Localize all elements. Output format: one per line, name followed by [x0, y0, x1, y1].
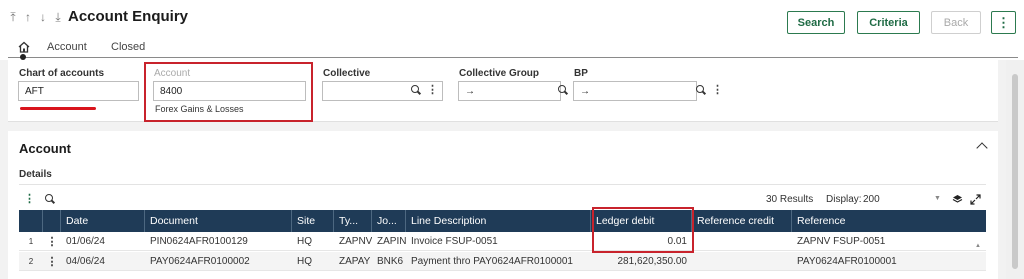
- column-header-line-description[interactable]: Line Description: [406, 210, 591, 232]
- last-record-icon[interactable]: ⤓: [53, 10, 63, 25]
- display-select[interactable]: 200: [863, 194, 880, 205]
- table-header: Date Document Site Ty... Jo... Line Desc…: [19, 210, 986, 232]
- table-menu-icon[interactable]: ⋮: [24, 194, 35, 205]
- search-icon[interactable]: [558, 85, 568, 95]
- chart-of-accounts-label: Chart of accounts: [19, 68, 105, 79]
- cell-site: HQ: [297, 236, 312, 247]
- home-icon[interactable]: [17, 40, 31, 54]
- cell-reference: ZAPNV FSUP-0051: [797, 236, 886, 247]
- column-header-site[interactable]: Site: [292, 210, 334, 232]
- ledger-debit-highlight-box: [592, 207, 694, 253]
- record-navigation: ⤒ ↑ ↓ ⤓: [8, 10, 63, 25]
- cell-date: 01/06/24: [66, 236, 105, 247]
- bp-label: BP: [574, 68, 588, 79]
- search-icon[interactable]: [411, 85, 421, 95]
- cell-line-description: Payment thro PAY0624AFR0100001: [411, 256, 573, 267]
- back-button[interactable]: Back: [931, 11, 981, 34]
- cell-site: HQ: [297, 256, 312, 267]
- cell-document[interactable]: PIN0624AFR0100129: [145, 232, 292, 251]
- criteria-panel: Chart of accounts AFT Account 8400 Forex…: [8, 60, 998, 122]
- down-arrow-icon[interactable]: ↓: [38, 10, 48, 25]
- row-number: 1: [28, 237, 34, 246]
- results-count: 30 Results: [766, 194, 814, 205]
- up-arrow-icon[interactable]: ↑: [23, 10, 33, 25]
- table-row[interactable]: 1 ⋮ 01/06/24 PIN0624AFR0100129 HQ ZAPNV …: [19, 232, 986, 251]
- bp-field[interactable]: → ⋮: [573, 81, 723, 101]
- table-toolbar: ⋮: [24, 194, 55, 205]
- search-icon[interactable]: [45, 194, 55, 204]
- cell-date: 04/06/24: [66, 256, 105, 267]
- search-icon[interactable]: [696, 85, 706, 95]
- cell-reference-credit: [692, 252, 792, 271]
- chevron-down-icon[interactable]: ▼: [934, 195, 941, 202]
- first-record-icon[interactable]: ⤒: [8, 10, 18, 25]
- cell-document[interactable]: PAY0624AFR0100002: [145, 252, 292, 271]
- header-rowno: [19, 210, 43, 232]
- arrow-right-icon: →: [580, 85, 590, 97]
- cell-type: ZAPAY: [339, 256, 371, 267]
- expand-icon[interactable]: [970, 194, 981, 205]
- search-button[interactable]: Search: [787, 11, 845, 34]
- more-options-icon[interactable]: ⋮: [427, 85, 438, 96]
- details-subtitle: Details: [19, 169, 52, 180]
- account-highlight-box: [144, 62, 313, 122]
- collapse-chevron-icon[interactable]: [976, 142, 988, 154]
- page-scrollbar[interactable]: [1006, 60, 1024, 279]
- account-section: Account Details ⋮ 30 Results Display: 20…: [8, 131, 998, 279]
- chart-of-accounts-field[interactable]: AFT: [18, 81, 139, 101]
- tab-bar: Account Closed: [0, 38, 1024, 60]
- page-scrollbar-thumb[interactable]: [1012, 74, 1018, 269]
- criteria-button[interactable]: Criteria: [857, 11, 920, 34]
- cell-journal: ZAPIN: [377, 236, 406, 247]
- cell-ledger-debit: 281,620,350.00: [617, 256, 687, 267]
- cell-reference-credit: [692, 232, 792, 251]
- page-header: ⤒ ↑ ↓ ⤓ Account Enquiry Search Criteria …: [0, 0, 1024, 60]
- tab-account[interactable]: Account: [47, 41, 87, 53]
- header-menu: [43, 210, 61, 232]
- table-scroll-up-icon[interactable]: ▲: [975, 243, 981, 249]
- collective-group-label: Collective Group: [459, 68, 540, 79]
- tab-divider: [8, 57, 1018, 58]
- collective-group-field[interactable]: → ⋮: [458, 81, 585, 101]
- display-label: Display:: [826, 194, 862, 205]
- column-header-reference-credit[interactable]: Reference credit: [692, 210, 792, 232]
- cell-line-description: Invoice FSUP-0051: [411, 236, 498, 247]
- collective-field[interactable]: ⋮: [322, 81, 443, 101]
- collective-label: Collective: [323, 68, 371, 79]
- more-options-icon[interactable]: ⋮: [712, 85, 723, 96]
- row-number: 2: [28, 257, 34, 266]
- tab-closed[interactable]: Closed: [111, 41, 145, 53]
- page-title: Account Enquiry: [68, 8, 189, 25]
- more-actions-button[interactable]: ⋮: [991, 11, 1016, 34]
- red-underline-annotation: [20, 107, 96, 110]
- chart-of-accounts-value: AFT: [25, 85, 44, 97]
- row-menu-icon[interactable]: ⋮: [43, 252, 61, 271]
- table-row[interactable]: 2 ⋮ 04/06/24 PAY0624AFR0100002 HQ ZAPAY …: [19, 252, 986, 271]
- cell-journal: BNK6: [377, 256, 404, 267]
- cell-reference: PAY0624AFR0100001: [797, 256, 897, 267]
- column-header-date[interactable]: Date: [61, 210, 145, 232]
- cell-type: ZAPNV: [339, 236, 372, 247]
- column-header-type[interactable]: Ty...: [334, 210, 372, 232]
- layers-icon[interactable]: [952, 194, 963, 205]
- section-divider: [19, 184, 986, 185]
- section-title: Account: [19, 141, 71, 156]
- row-menu-icon[interactable]: ⋮: [43, 232, 61, 251]
- arrow-right-icon: →: [465, 85, 475, 97]
- column-header-journal[interactable]: Jo...: [372, 210, 406, 232]
- column-header-reference[interactable]: Reference: [792, 210, 986, 232]
- column-header-document[interactable]: Document: [145, 210, 292, 232]
